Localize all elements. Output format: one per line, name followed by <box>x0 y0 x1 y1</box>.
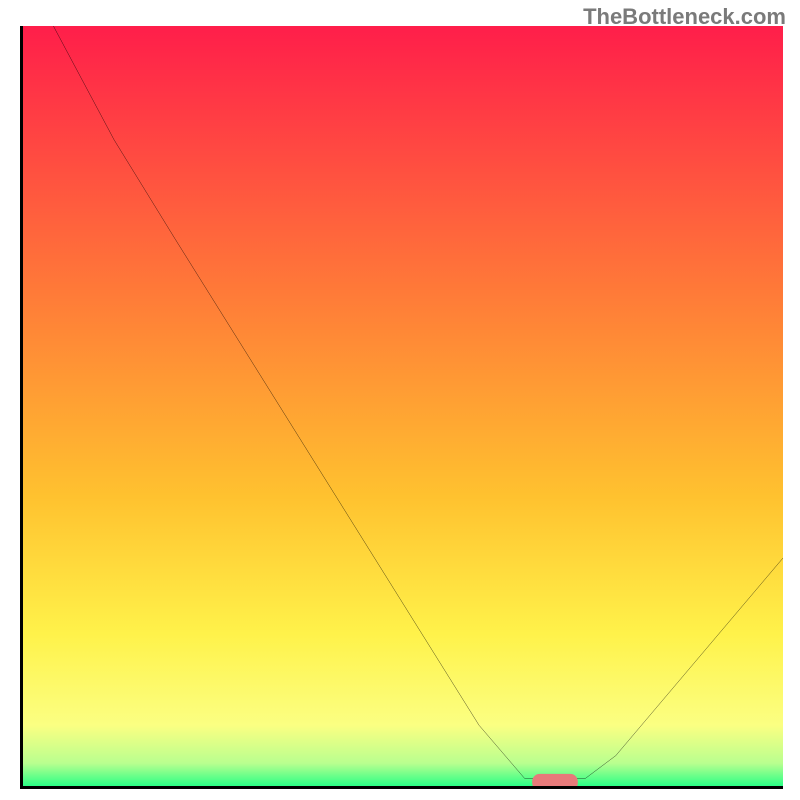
bottleneck-chart <box>23 26 783 786</box>
chart-background <box>23 26 783 786</box>
chart-axes-frame <box>20 26 783 789</box>
optimal-point-marker <box>532 774 578 786</box>
watermark-text: TheBottleneck.com <box>583 4 786 30</box>
